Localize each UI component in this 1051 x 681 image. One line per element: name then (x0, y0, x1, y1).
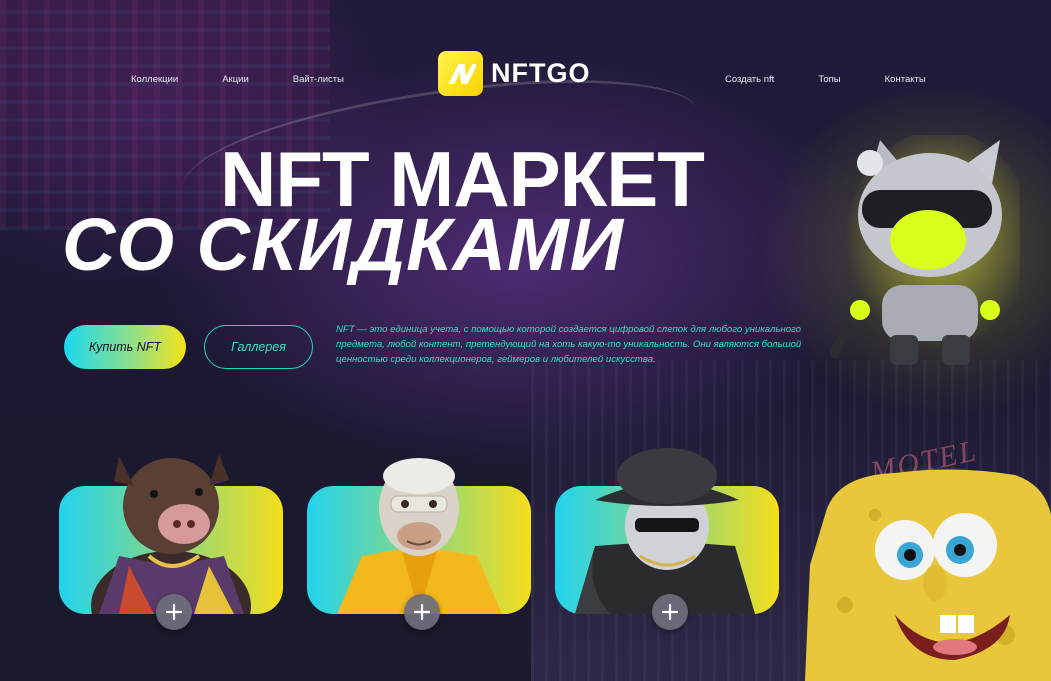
add-to-cart-button[interactable] (652, 594, 688, 630)
hero-title-line-2: СО СКИДКАМИ (62, 203, 624, 286)
sponge-character-image (805, 455, 1051, 681)
plus-icon (662, 604, 678, 620)
nav-collections[interactable]: Коллекции (131, 74, 178, 85)
nav-tops[interactable]: Топы (818, 74, 840, 85)
nft-card[interactable] (307, 458, 531, 630)
nav-promotions[interactable]: Акции (222, 74, 249, 85)
nav-create-nft[interactable]: Создать nft (725, 74, 774, 85)
nav-contacts[interactable]: Контакты (885, 74, 926, 85)
nft-card[interactable] (555, 448, 779, 630)
hero-description: NFT — это единица учета, с помощью котор… (336, 324, 802, 365)
logo[interactable]: NFTGO (438, 51, 591, 96)
ape-character-image (307, 446, 531, 614)
astronaut-cat-toy-image (829, 130, 1035, 379)
nav-whitelists[interactable]: Вайт-листы (293, 74, 344, 85)
buy-nft-button[interactable]: Купить NFT (64, 325, 186, 369)
masked-bucket-hat-character-image (555, 446, 779, 614)
logo-text: NFTGO (491, 58, 591, 88)
plus-icon (166, 604, 182, 620)
plus-icon (414, 604, 430, 620)
secondary-nav: Создать nft Топы Контакты (725, 74, 926, 85)
boar-character-image (59, 446, 283, 614)
nftgo-n-icon (438, 51, 483, 96)
primary-nav: Коллекции Акции Вайт-листы (131, 74, 344, 85)
nft-card[interactable] (59, 454, 283, 630)
gallery-button[interactable]: Галлерея (204, 325, 313, 369)
landing-page: MOTEL Коллекции Акции Вайт-листы NFTGO С… (0, 0, 1051, 681)
add-to-cart-button[interactable] (404, 594, 440, 630)
add-to-cart-button[interactable] (156, 594, 192, 630)
